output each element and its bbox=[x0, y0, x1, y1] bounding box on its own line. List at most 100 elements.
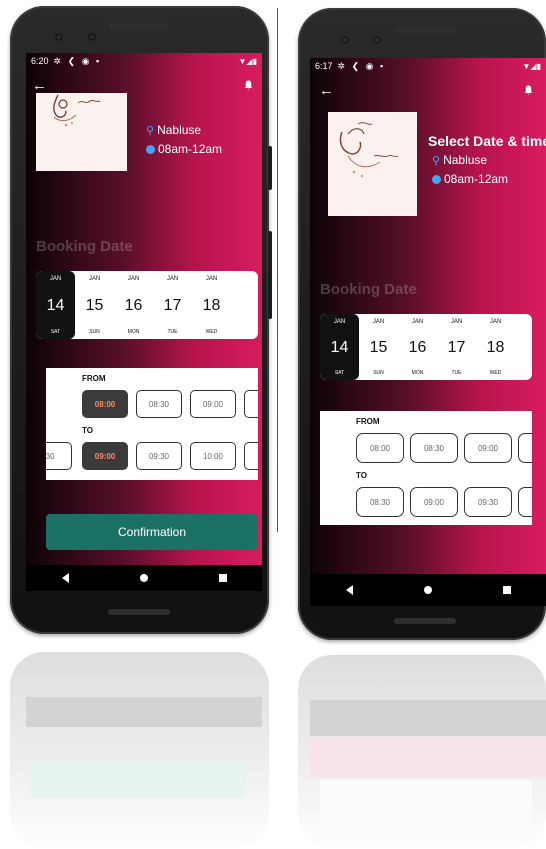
to-time-slot[interactable]: 08:30 bbox=[356, 487, 404, 517]
signal-battery-icon: ▼◢▮ bbox=[238, 56, 257, 66]
to-time-slot[interactable]: :30 bbox=[46, 442, 72, 470]
date-day: 14 bbox=[330, 338, 349, 356]
nav-recents-icon[interactable] bbox=[502, 586, 511, 594]
from-time-slot-partial[interactable] bbox=[518, 433, 532, 463]
location-pin-icon: ⚲ bbox=[146, 124, 155, 137]
date-item[interactable]: JAN 14 SAT bbox=[36, 271, 75, 339]
page-title: Select Date & time bbox=[428, 133, 546, 149]
camera-icon bbox=[341, 36, 349, 44]
date-day: 17 bbox=[447, 338, 466, 356]
date-month: JAN bbox=[489, 319, 502, 325]
to-time-slot[interactable]: 09:30 bbox=[464, 487, 512, 517]
date-item[interactable]: JAN 16 MON bbox=[114, 271, 153, 339]
date-day: 18 bbox=[202, 296, 221, 314]
earpiece-speaker bbox=[394, 27, 456, 33]
hours-text: 08am-12am bbox=[158, 142, 223, 156]
date-month: JAN bbox=[88, 276, 101, 282]
salon-photo bbox=[36, 93, 127, 171]
date-day: 17 bbox=[163, 296, 182, 314]
bell-icon[interactable] bbox=[243, 79, 254, 91]
date-month: JAN bbox=[333, 319, 346, 325]
date-weekday: TUE bbox=[451, 370, 462, 376]
to-label: TO bbox=[356, 471, 367, 480]
date-item[interactable]: JAN 14 SAT bbox=[320, 314, 359, 380]
separator-line bbox=[277, 8, 278, 532]
volume-button bbox=[268, 231, 272, 319]
date-item[interactable]: JAN 15 SUN bbox=[359, 314, 398, 380]
from-time-slot[interactable]: 09:00 bbox=[190, 390, 236, 418]
system-nav-bar bbox=[310, 574, 546, 606]
to-time-slot[interactable]: 09:00 bbox=[410, 487, 458, 517]
from-time-slot[interactable]: 09:00 bbox=[464, 433, 512, 463]
from-time-slot[interactable]: 08:00 bbox=[82, 390, 128, 418]
date-strip: JAN 14 SAT JAN 15 SUN JAN 16 MON JAN 17 TUE JAN 1… bbox=[320, 314, 532, 380]
location-text: Nabluse bbox=[157, 123, 202, 137]
from-label: FROM bbox=[356, 417, 380, 426]
left-phone-reflection bbox=[10, 652, 269, 849]
time-picker-panel: FROM 08:00 08:30 09:00 TO :30 09:00 09:3… bbox=[46, 368, 258, 480]
to-time-slot[interactable]: 10:00 bbox=[190, 442, 236, 470]
nav-back-icon[interactable] bbox=[345, 585, 353, 595]
booking-date-title: Booking Date bbox=[36, 238, 133, 255]
date-month: JAN bbox=[205, 276, 218, 282]
location-text: Nabluse bbox=[443, 153, 488, 167]
from-time-slot[interactable]: 08:30 bbox=[410, 433, 458, 463]
date-weekday: SUN bbox=[373, 370, 384, 376]
location-row: ⚲ Nabluse bbox=[146, 123, 222, 137]
date-day: 16 bbox=[124, 296, 143, 314]
date-item[interactable]: JAN 16 MON bbox=[398, 314, 437, 380]
status-notification-icons: ✲ ❮ ◉ ▪ bbox=[53, 55, 102, 66]
status-bar: 6:17 ✲ ❮ ◉ ▪ ▼◢▮ bbox=[310, 58, 546, 74]
date-strip: JAN 14 SAT JAN 15 SUN JAN 16 MON JAN 17 TUE JAN 1… bbox=[36, 271, 258, 339]
confirmation-button[interactable]: Confirmation bbox=[46, 514, 258, 550]
date-weekday: SUN bbox=[89, 329, 100, 335]
date-item[interactable]: JAN 18 WED bbox=[476, 314, 515, 380]
nav-home-icon[interactable] bbox=[139, 574, 148, 582]
to-time-slot[interactable]: 09:00 bbox=[82, 442, 128, 470]
to-time-slot-partial[interactable] bbox=[518, 487, 532, 517]
power-button bbox=[268, 146, 272, 190]
nav-home-icon[interactable] bbox=[423, 586, 432, 594]
status-time: 6:20 bbox=[31, 56, 49, 66]
booking-date-title: Booking Date bbox=[320, 281, 417, 298]
date-item[interactable]: JAN 17 TUE bbox=[153, 271, 192, 339]
right-screen: 6:17 ✲ ❮ ◉ ▪ ▼◢▮ ← Select Date & time ⚲ … bbox=[310, 58, 546, 606]
clock-icon bbox=[146, 144, 155, 154]
date-item[interactable]: JAN 18 WED bbox=[192, 271, 231, 339]
hours-row: 08am-12am bbox=[428, 172, 546, 186]
from-time-slot[interactable]: 08:30 bbox=[136, 390, 182, 418]
signal-battery-icon: ▼◢▮ bbox=[522, 61, 541, 71]
to-time-slot-partial[interactable] bbox=[244, 442, 258, 470]
location-row: ⚲ Nabluse bbox=[428, 153, 546, 167]
date-day: 15 bbox=[369, 338, 388, 356]
nav-back-icon[interactable] bbox=[61, 573, 69, 583]
hours-text: 08am-12am bbox=[444, 172, 509, 186]
status-notification-icons: ✲ ❮ ◉ ▪ bbox=[337, 60, 386, 71]
back-arrow-icon[interactable]: ← bbox=[319, 82, 334, 100]
hours-row: 08am-12am bbox=[146, 142, 222, 156]
sensor-icon bbox=[373, 36, 381, 44]
status-bar: 6:20 ✲ ❮ ◉ ▪ ▼◢▮ bbox=[26, 53, 262, 69]
bottom-speaker bbox=[394, 618, 456, 624]
date-weekday: MON bbox=[411, 370, 424, 376]
system-nav-bar bbox=[26, 565, 262, 591]
date-item[interactable]: JAN 17 TUE bbox=[437, 314, 476, 380]
date-weekday: SAT bbox=[334, 370, 345, 376]
right-phone-reflection bbox=[298, 655, 546, 849]
camera-icon bbox=[55, 33, 63, 41]
date-month: JAN bbox=[372, 319, 385, 325]
date-item[interactable]: JAN 15 SUN bbox=[75, 271, 114, 339]
nav-recents-icon[interactable] bbox=[218, 574, 227, 582]
date-weekday: SAT bbox=[50, 329, 61, 335]
from-time-slot-partial[interactable] bbox=[244, 390, 258, 418]
from-time-slot[interactable]: 08:00 bbox=[356, 433, 404, 463]
date-weekday: WED bbox=[205, 329, 218, 335]
salon-info: Select Date & time ⚲ Nabluse 08am-12am bbox=[428, 133, 546, 186]
date-month: JAN bbox=[166, 276, 179, 282]
date-day: 18 bbox=[486, 338, 505, 356]
to-time-slot[interactable]: 09:30 bbox=[136, 442, 182, 470]
bell-icon[interactable] bbox=[523, 84, 534, 96]
right-phone: 6:17 ✲ ❮ ◉ ▪ ▼◢▮ ← Select Date & time ⚲ … bbox=[298, 8, 546, 640]
left-phone: 6:20 ✲ ❮ ◉ ▪ ▼◢▮ ← ⚲ Nabluse 08am-12am B… bbox=[10, 6, 272, 634]
salon-info: ⚲ Nabluse 08am-12am bbox=[146, 120, 222, 156]
